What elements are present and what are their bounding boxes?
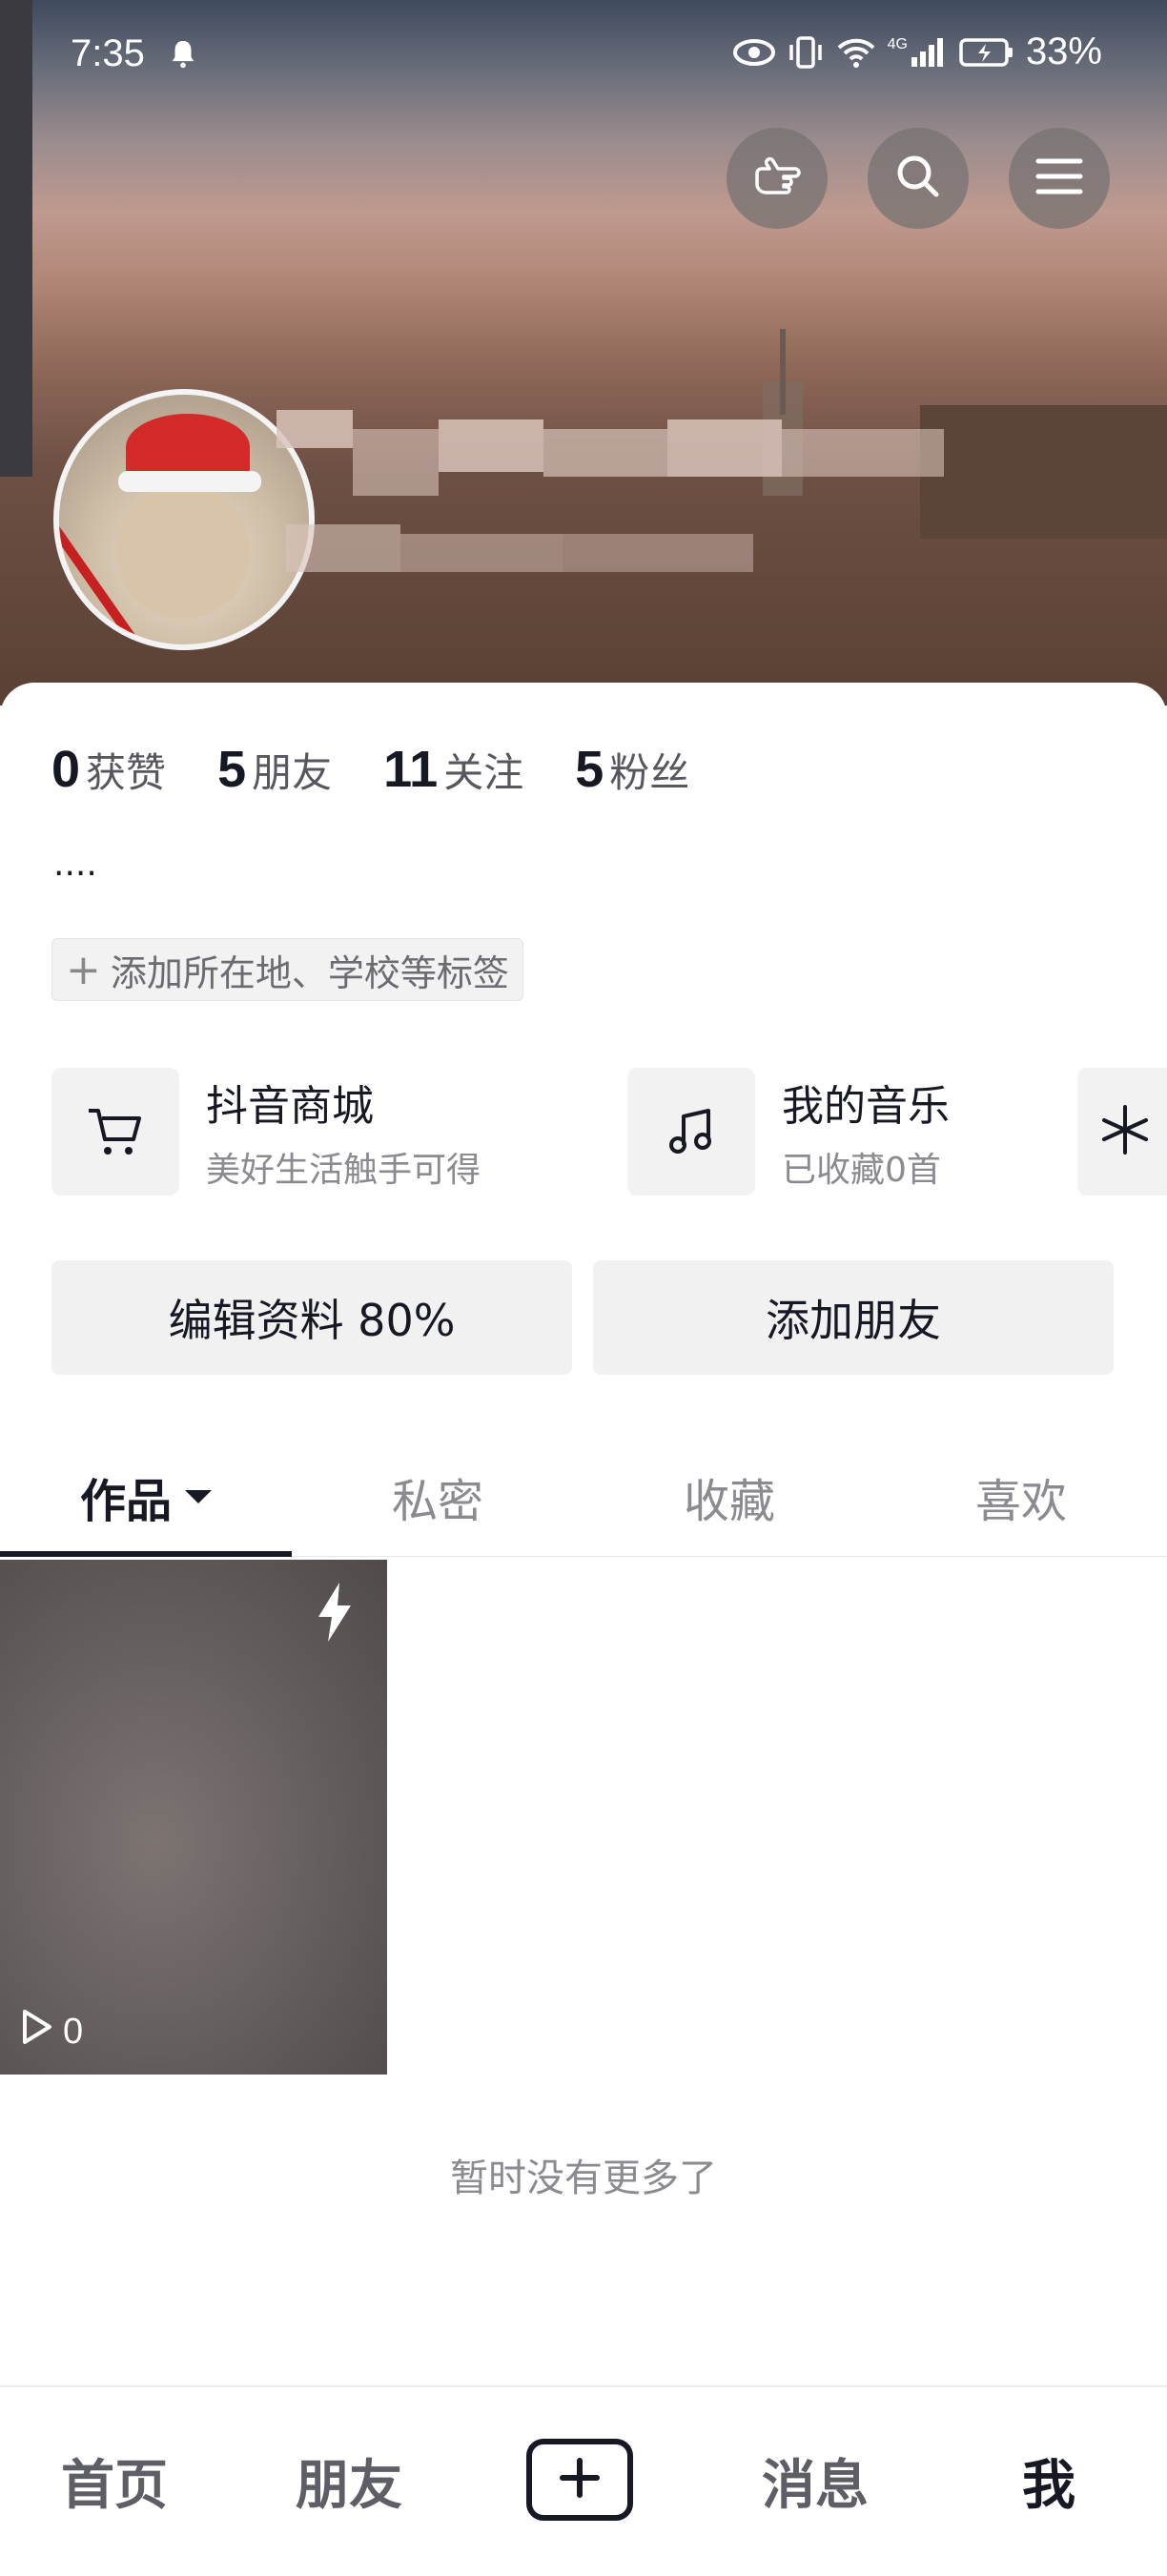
status-bar: 7:35 4G 33% [0,0,1167,114]
background-tower [780,329,786,415]
tab-private-label: 私密 [391,1475,483,1528]
stat-friends[interactable]: 5 朋友 [217,740,332,799]
add-friends-button[interactable]: 添加朋友 [593,1260,1114,1375]
stat-likes-label: 获赞 [86,749,167,796]
network-type: 4G [887,35,908,52]
profile-card: 0 获赞 5 朋友 11 关注 5 粉丝 .... + 添加所在地、学校等标签 … [0,683,1167,2384]
battery-icon [959,36,1014,69]
music-note-icon [627,1068,755,1196]
nav-friends[interactable]: 朋友 [254,2443,444,2520]
tab-favorites[interactable]: 收藏 [584,1438,875,1556]
hand-pointer-icon [749,149,805,208]
tab-works[interactable]: 作品 [0,1438,292,1557]
work-thumbnail[interactable]: 0 [0,1560,387,2075]
play-count-value: 0 [63,2011,84,2052]
profile-bio[interactable]: .... [53,845,97,884]
stat-followers[interactable]: 5 粉丝 [575,740,689,799]
add-tag-label: 添加所在地、学校等标签 [110,951,509,994]
content-tabs: 作品 私密 收藏 喜欢 [0,1438,1167,1557]
stat-following-count: 11 [383,741,439,798]
profile-stats: 0 获赞 5 朋友 11 关注 5 粉丝 [51,740,689,799]
service-music-title: 我的音乐 [782,1082,950,1131]
tab-private[interactable]: 私密 [292,1438,584,1556]
stat-followers-label: 粉丝 [609,749,690,796]
tab-works-label: 作品 [79,1475,172,1528]
search-icon [891,150,945,207]
stat-followers-count: 5 [575,741,604,798]
notification-bell-icon [167,38,199,74]
hand-pointer-button[interactable] [727,128,828,229]
battery-percent: 33% [1025,31,1102,72]
avatar[interactable] [53,389,315,650]
service-shop[interactable]: 抖音商城 美好生活触手可得 [51,1068,481,1196]
avatar-face [116,485,250,619]
status-time: 7:35 [71,32,145,74]
tab-likes[interactable]: 喜欢 [875,1438,1167,1556]
service-shop-title: 抖音商城 [206,1082,374,1131]
lightning-icon [311,1581,358,1647]
menu-icon [1034,155,1084,201]
bottom-nav: 首页 朋友 消息 我 [0,2385,1167,2576]
plus-icon [557,2455,603,2504]
nav-messages[interactable]: 消息 [720,2443,911,2520]
stat-following[interactable]: 11 关注 [383,740,523,799]
search-button[interactable] [868,128,969,229]
wifi-icon [836,36,876,69]
nav-home[interactable]: 首页 [19,2443,210,2520]
cellular-signal-icon: 4G [888,36,948,69]
create-post-button[interactable] [526,2439,633,2521]
play-icon [19,2008,53,2055]
avatar-hat-brim [118,471,261,492]
service-music-subtitle: 已收藏0首 [782,1151,941,1190]
shopping-cart-icon [51,1068,179,1196]
edit-profile-button[interactable]: 编辑资料 80% [51,1260,572,1375]
stat-friends-label: 朋友 [252,749,333,796]
stat-friends-count: 5 [217,741,247,798]
caret-down-icon [185,1490,212,1503]
service-more-partial[interactable] [1077,1068,1167,1196]
service-shop-subtitle: 美好生活触手可得 [206,1151,481,1190]
plus-icon: + [66,945,101,994]
status-icons: 4G 33% [732,31,1102,73]
background-building-right [920,405,1167,539]
nav-me[interactable]: 我 [953,2443,1144,2520]
blurred-username [276,410,944,496]
eye-icon [732,38,775,67]
play-count: 0 [19,2008,83,2055]
service-music[interactable]: 我的音乐 已收藏0首 [627,1068,950,1196]
tab-favorites-label: 收藏 [683,1475,775,1528]
tab-likes-label: 喜欢 [974,1475,1067,1528]
vibrate-icon [787,35,825,70]
blurred-user-id [286,524,782,582]
service-music-text: 我的音乐 已收藏0首 [782,1072,950,1192]
service-shop-text: 抖音商城 美好生活触手可得 [206,1072,481,1192]
add-tag-button[interactable]: + 添加所在地、学校等标签 [51,938,523,1001]
stat-likes-count: 0 [51,741,81,798]
stat-likes[interactable]: 0 获赞 [51,740,166,799]
no-more-text: 暂时没有更多了 [450,2157,717,2200]
sparkle-icon [1096,1101,1154,1162]
stat-following-label: 关注 [443,749,524,796]
menu-button[interactable] [1009,128,1110,229]
